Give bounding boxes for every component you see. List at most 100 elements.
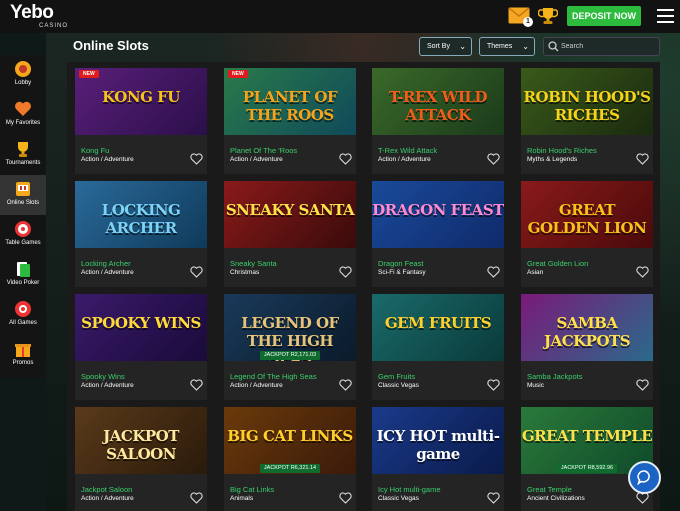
sidebar-item-video-poker[interactable]: Video Poker [0,255,46,295]
mail-count-badge: 1 [523,17,533,27]
sidebar-item-label: My Favorites [5,120,41,126]
game-category: Asian [527,269,544,276]
game-card-great-golden-lion[interactable]: GREAT GOLDEN LION Great Golden Lion Asian [521,181,653,287]
search-box[interactable] [543,37,660,56]
chips-icon [15,301,31,317]
game-name[interactable]: Samba Jackpots [527,372,582,381]
game-name[interactable]: Gem Fruits [378,372,415,381]
game-category: Sci-Fi & Fantasy [378,269,426,276]
game-card-locking-archer[interactable]: LOCKING ARCHER Locking Archer Action / Adv… [75,181,207,287]
game-card-icy-hot-multi-game[interactable]: ICY HOT multi-game Icy Hot multi-game Clas… [372,407,504,511]
deposit-now-button[interactable]: DEPOSIT NOW [567,6,641,26]
chat-button[interactable] [628,461,661,494]
game-card-sneaky-santa[interactable]: SNEAKY SANTA Sneaky Santa Christmas [224,181,356,287]
logo[interactable]: Yebo CASINO [10,3,67,29]
favorite-heart-icon[interactable] [487,153,500,165]
game-art-title: LOCKING ARCHER [101,201,181,237]
game-thumbnail[interactable]: T-REX WILD ATTACK [372,68,504,135]
sidebar-item-lobby[interactable]: Lobby [0,55,46,95]
trophy-icon[interactable] [538,6,558,26]
game-thumbnail[interactable]: SAMBA JACKPOTS [521,294,653,361]
search-input[interactable] [561,39,657,54]
game-thumbnail[interactable]: SPOOKY WINS [75,294,207,361]
favorite-heart-icon[interactable] [190,266,203,278]
game-thumbnail[interactable]: KONG FU NEW [75,68,207,135]
game-thumbnail[interactable]: SNEAKY SANTA [224,181,356,248]
game-category: Action / Adventure [230,156,283,163]
game-thumbnail[interactable]: PLANET OF THE ROOS NEW [224,68,356,135]
favorite-heart-icon[interactable] [339,153,352,165]
game-card-great-temple[interactable]: GREAT TEMPLE JACKPOT R8,592.96 Great Templ… [521,407,653,511]
game-art-title: GREAT TEMPLE [521,427,653,445]
sidebar-item-tournaments[interactable]: Tournaments [0,135,46,175]
game-name[interactable]: Great Golden Lion [527,259,588,268]
game-thumbnail[interactable]: GEM FRUITS [372,294,504,361]
game-art-title: SNEAKY SANTA [225,201,355,219]
sidebar-item-label: Video Poker [6,280,40,286]
lobby-icon [15,61,31,77]
game-name[interactable]: Spooky Wins [81,372,125,381]
game-card-planet-of-the-roos[interactable]: PLANET OF THE ROOS NEW Planet Of The 'Roos… [224,68,356,174]
jackpot-amount: JACKPOT R8,592.96 [557,464,617,473]
slot-machine-icon [16,182,30,196]
sidebar-item-online-slots[interactable]: Online Slots [0,175,46,215]
favorite-heart-icon[interactable] [339,379,352,391]
game-name[interactable]: Big Cat Links [230,485,274,494]
game-card-legend-of-the-high-seas[interactable]: LEGEND OF THE HIGH SEASJACKPOT R2,171.03… [224,294,356,400]
favorite-heart-icon[interactable] [487,379,500,391]
game-thumbnail[interactable]: JACKPOT SALOON [75,407,207,474]
game-name[interactable]: Kong Fu [81,146,109,155]
game-thumbnail[interactable]: DRAGON FEAST [372,181,504,248]
favorite-heart-icon[interactable] [339,492,352,504]
game-category: Action / Adventure [81,382,134,389]
game-card-spooky-wins[interactable]: SPOOKY WINS Spooky Wins Action / Adventure [75,294,207,400]
favorite-heart-icon[interactable] [636,153,649,165]
favorite-heart-icon[interactable] [487,266,500,278]
game-card-dragon-feast[interactable]: DRAGON FEAST Dragon Feast Sci-Fi & Fantasy [372,181,504,287]
game-thumbnail[interactable]: ROBIN HOOD'S RICHES [521,68,653,135]
game-name[interactable]: Great Temple [527,485,572,494]
trophy-icon [18,142,28,157]
favorite-heart-icon[interactable] [190,492,203,504]
sidebar-item-my-favorites[interactable]: My Favorites [0,95,46,135]
game-card-kong-fu[interactable]: KONG FU NEW Kong Fu Action / Adventure [75,68,207,174]
themes-dropdown[interactable]: Themes ⌄ [479,37,535,56]
game-name[interactable]: T-Rex Wild Attack [378,146,437,155]
game-name[interactable]: Icy Hot multi-game [378,485,441,494]
game-name[interactable]: Legend Of The High Seas [230,372,317,381]
favorite-heart-icon[interactable] [339,266,352,278]
game-art-title: KONG FU [102,88,180,106]
game-category: Action / Adventure [81,156,134,163]
game-category: Classic Vegas [378,495,419,502]
game-card-robin-hood-s-riches[interactable]: ROBIN HOOD'S RICHES Robin Hood's Riches My… [521,68,653,174]
game-card-jackpot-saloon[interactable]: JACKPOT SALOON Jackpot Saloon Action / Adv… [75,407,207,511]
game-card-t-rex-wild-attack[interactable]: T-REX WILD ATTACK T-Rex Wild Attack Action… [372,68,504,174]
game-card-gem-fruits[interactable]: GEM FRUITS Gem Fruits Classic Vegas [372,294,504,400]
game-thumbnail[interactable]: ICY HOT multi-game [372,407,504,474]
game-card-big-cat-links[interactable]: BIG CAT LINKS JACKPOT R6,321.14 Big Cat Li… [224,407,356,511]
game-name[interactable]: Robin Hood's Riches [527,146,597,155]
favorite-heart-icon[interactable] [190,379,203,391]
game-name[interactable]: Jackpot Saloon [81,485,132,494]
game-category: Action / Adventure [230,382,283,389]
sidebar-item-table-games[interactable]: Table Games [0,215,46,255]
favorite-heart-icon[interactable] [487,492,500,504]
hamburger-menu-icon[interactable] [657,9,674,23]
game-thumbnail[interactable]: LEGEND OF THE HIGH SEASJACKPOT R2,171.03 [224,294,356,361]
game-thumbnail[interactable]: BIG CAT LINKS JACKPOT R6,321.14 [224,407,356,474]
sidebar-item-promos[interactable]: Promos [0,335,46,375]
game-thumbnail[interactable]: LOCKING ARCHER [75,181,207,248]
sort-by-dropdown[interactable]: Sort By ⌄ [419,37,472,56]
game-name[interactable]: Dragon Feast [378,259,423,268]
favorite-heart-icon[interactable] [190,153,203,165]
favorite-heart-icon[interactable] [636,379,649,391]
game-name[interactable]: Sneaky Santa [230,259,277,268]
game-name[interactable]: Locking Archer [81,259,131,268]
game-name[interactable]: Planet Of The 'Roos [230,146,297,155]
game-thumbnail[interactable]: GREAT GOLDEN LION [521,181,653,248]
game-card-samba-jackpots[interactable]: SAMBA JACKPOTS Samba Jackpots Music [521,294,653,400]
sidebar-item-all-games[interactable]: All Games [0,295,46,335]
sidebar-item-label: Online Slots [6,200,40,206]
sidebar: Lobby My Favorites Tournaments Online Slots… [0,55,46,378]
favorite-heart-icon[interactable] [636,266,649,278]
